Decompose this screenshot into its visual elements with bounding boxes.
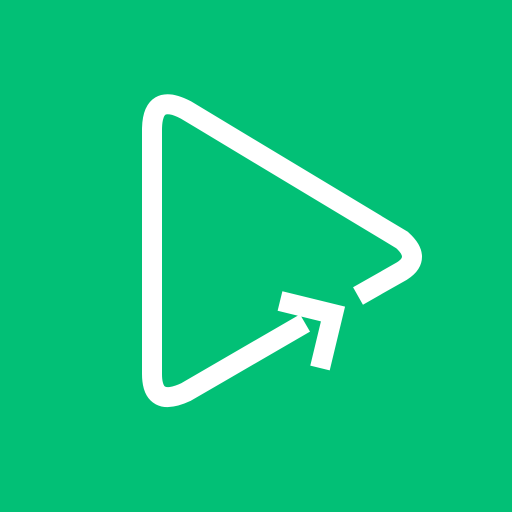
app-icon	[0, 0, 512, 512]
icon-background	[0, 0, 512, 512]
play-share-icon	[0, 0, 512, 512]
